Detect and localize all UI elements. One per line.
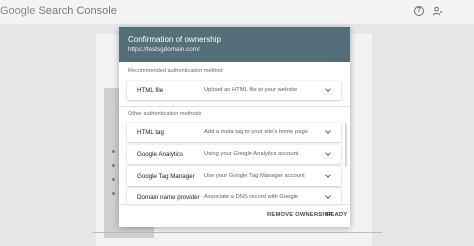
method-row-html-file[interactable]: HTML file Upload an HTML file to your we… xyxy=(127,81,341,100)
app-title-product: Search Console xyxy=(35,5,117,17)
app-title[interactable]: Google Search Console xyxy=(0,5,117,17)
method-description: Use your Google Tag Manager account xyxy=(204,173,305,179)
background-bullets xyxy=(112,150,116,206)
remove-ownership-button[interactable]: REMOVE OWNERSHIP xyxy=(267,212,333,218)
ownership-dialog: Confirmation of ownership https://testsg… xyxy=(119,27,350,227)
method-name: HTML tag xyxy=(137,129,164,136)
other-section-label: Other authentication methods xyxy=(128,111,202,117)
chevron-down-icon xyxy=(325,86,331,92)
background-divider xyxy=(92,232,382,233)
method-row-html-tag[interactable]: HTML tag Add a meta tag to your site's h… xyxy=(127,123,341,142)
dialog-scrollbar[interactable] xyxy=(345,123,347,167)
method-description: Using your Google Analytics account xyxy=(204,151,299,157)
chevron-down-icon xyxy=(325,128,331,134)
method-name: HTML file xyxy=(137,87,164,94)
chevron-down-icon xyxy=(325,150,331,156)
method-description: Associate a DNS record with Google xyxy=(204,194,299,200)
method-row-google-analytics[interactable]: Google Analytics Using your Google Analy… xyxy=(127,145,341,164)
ready-button[interactable]: READY xyxy=(326,212,347,218)
dialog-header: Confirmation of ownership https://testsg… xyxy=(119,27,350,62)
method-name: Domain name provider xyxy=(137,194,200,201)
method-name: Google Analytics xyxy=(137,151,184,158)
dialog-title: Confirmation of ownership xyxy=(128,35,221,44)
section-divider xyxy=(119,106,350,107)
method-description: Add a meta tag to your site's home page xyxy=(204,129,308,135)
method-row-domain-name-provider[interactable]: Domain name provider Associate a DNS rec… xyxy=(127,188,341,204)
manage-users-icon[interactable] xyxy=(432,6,443,17)
top-app-bar: Google Search Console ? xyxy=(0,0,474,24)
chevron-down-icon xyxy=(325,193,331,199)
chevron-down-icon xyxy=(325,172,331,178)
method-name: Google Tag Manager xyxy=(137,173,195,180)
method-row-google-tag-manager[interactable]: Google Tag Manager Use your Google Tag M… xyxy=(127,167,341,186)
method-description: Upload an HTML file to your website xyxy=(204,87,298,93)
help-icon[interactable]: ? xyxy=(414,6,424,16)
footer-divider xyxy=(119,204,350,205)
recommended-section-label: Recommended authentication method xyxy=(128,68,223,74)
dialog-subtitle-url: https://testsgdomain.com/ xyxy=(128,46,200,53)
app-title-brand: Google xyxy=(0,5,36,17)
